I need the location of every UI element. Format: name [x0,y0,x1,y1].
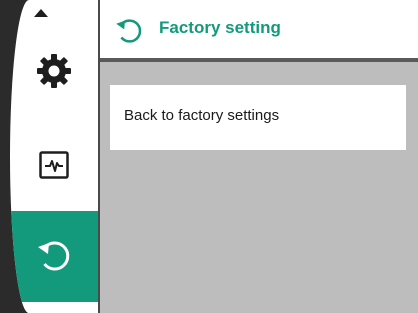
chevron-up-icon[interactable] [34,9,48,17]
menu-item-back-to-factory-settings[interactable]: Back to factory settings [110,85,406,150]
menu-item-label: Back to factory settings [124,107,280,124]
restore-icon [116,19,142,43]
restore-icon [38,241,70,271]
gear-icon [37,54,71,88]
page-title: Factory setting [159,18,281,37]
diagnostics-icon [39,151,69,179]
device-display: Factory setting Back to factory settings [0,0,418,313]
sidebar-item-settings[interactable] [20,44,88,98]
content-area: Back to factory settings [100,62,418,313]
sidebar-item-factory-setting[interactable] [20,226,88,286]
sidebar-item-diagnostics[interactable] [20,140,88,190]
page-header: Factory setting [100,0,418,58]
sidebar-footer [10,302,98,313]
